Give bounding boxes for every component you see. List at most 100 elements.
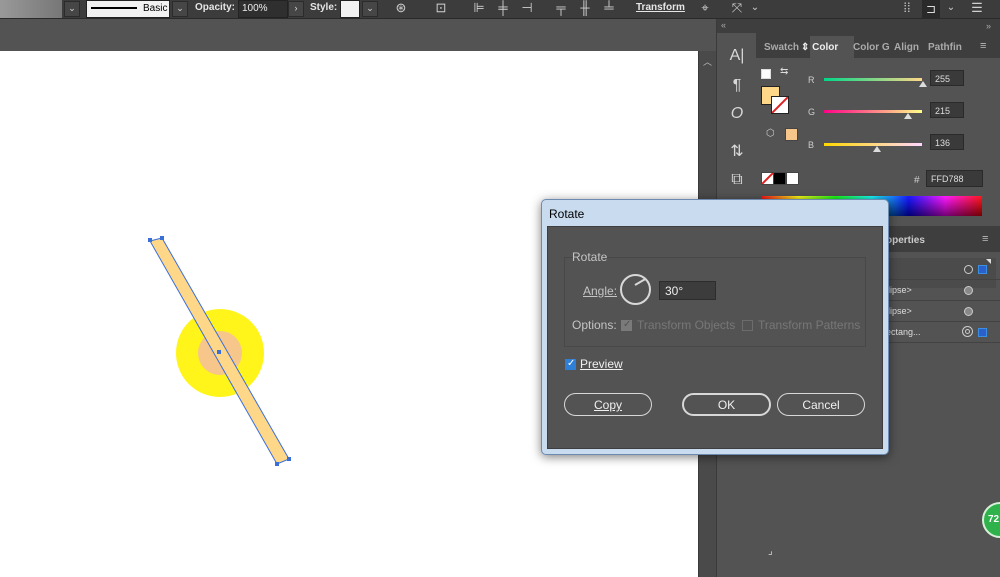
touch-type-icon[interactable]: ⇅ xyxy=(725,141,749,163)
transform-objects-checkbox[interactable]: ✓ xyxy=(621,319,632,331)
opacity-value: 100% xyxy=(242,3,268,14)
align-right-icon[interactable]: ⊣ xyxy=(518,0,536,16)
transform-patterns-checkbox[interactable] xyxy=(742,320,753,331)
b-slider-thumb[interactable] xyxy=(873,146,881,152)
r-slider-track[interactable] xyxy=(824,78,922,81)
default-colors-icon[interactable] xyxy=(761,69,771,79)
menu-list-icon[interactable]: ☰ xyxy=(968,0,986,16)
g-slider-thumb[interactable] xyxy=(904,113,912,119)
angle-label: Angle: xyxy=(583,284,618,298)
target-circle-icon[interactable] xyxy=(964,265,973,274)
expand-icon[interactable]: » xyxy=(986,21,991,31)
ok-button[interactable]: OK xyxy=(682,393,771,416)
arrange-dropdown-icon[interactable]: ⌄ xyxy=(746,0,764,16)
align-to-icon[interactable]: ⊡ xyxy=(432,0,450,16)
align-left-icon[interactable]: ⊫ xyxy=(470,0,488,16)
align-bottom-icon[interactable]: ╧ xyxy=(600,0,618,16)
workspace-grid-icon[interactable]: ⁞⁞ xyxy=(898,0,916,16)
tab-color-guide[interactable]: Color G xyxy=(853,42,890,53)
tab-pathfinder[interactable]: Pathfin xyxy=(928,42,962,53)
cancel-button[interactable]: Cancel xyxy=(777,393,865,416)
r-slider-thumb[interactable] xyxy=(919,81,927,87)
layers-footer-icon[interactable]: ⌟ xyxy=(768,546,773,557)
preview-checkbox[interactable]: ✓ xyxy=(565,358,576,370)
stroke-style-box[interactable]: Basic xyxy=(86,0,170,18)
opacity-input[interactable]: 100% xyxy=(238,0,288,18)
layers-menu-icon[interactable]: ≡ xyxy=(982,233,988,245)
tools-header: « xyxy=(717,19,757,33)
transform-link[interactable]: Transform xyxy=(636,2,685,13)
angle-dial-needle xyxy=(634,277,647,286)
r-value-input[interactable]: 255 xyxy=(930,70,964,86)
layer-row[interactable]: ectang... xyxy=(880,322,1000,343)
target-inner-circle-icon xyxy=(965,329,970,334)
style-dropdown-icon[interactable]: ⌄ xyxy=(362,1,378,17)
export-icon[interactable]: ⧉ xyxy=(725,169,749,191)
layer-row[interactable]: llipse> xyxy=(880,301,1000,322)
opacity-chevron-icon[interactable]: › xyxy=(288,1,304,17)
preview-label[interactable]: Preview xyxy=(580,357,623,371)
opentype-icon[interactable]: O xyxy=(725,103,749,125)
tab-properties[interactable]: operties xyxy=(886,235,925,246)
anchor-handle[interactable] xyxy=(148,238,152,242)
recolor-icon[interactable]: ⊛ xyxy=(392,0,410,16)
opacity-label: Opacity: xyxy=(195,2,236,13)
stroke-style-label: Basic xyxy=(143,3,168,14)
arrange-icon[interactable]: ⤧ xyxy=(728,0,746,16)
transform-patterns-label: Transform Patterns xyxy=(758,318,861,332)
tab-color[interactable]: ⇕ Color xyxy=(801,42,838,53)
collapse-icon[interactable]: « xyxy=(721,20,726,30)
b-label: B xyxy=(808,140,815,150)
layer-row-label: llipse> xyxy=(886,285,912,295)
style-label: Style: xyxy=(310,2,338,13)
target-double-circle-icon[interactable] xyxy=(962,326,973,337)
align-middle-icon[interactable]: ╫ xyxy=(576,0,594,16)
document-tab-strip xyxy=(0,19,715,51)
g-label: G xyxy=(808,107,816,117)
selection-square-icon[interactable] xyxy=(978,265,987,274)
g-value-input[interactable]: 215 xyxy=(930,102,964,118)
isolate-icon[interactable]: ⌖ xyxy=(696,0,714,16)
graphic-style-swatch[interactable] xyxy=(340,0,360,18)
target-circle-icon[interactable] xyxy=(964,286,973,295)
layer-row-label: llipse> xyxy=(886,306,912,316)
paragraph-icon[interactable]: ¶ xyxy=(725,75,749,97)
anchor-handle[interactable] xyxy=(160,236,164,240)
check-icon: ✓ xyxy=(567,358,576,369)
black-swatch[interactable] xyxy=(773,172,786,185)
rotate-dialog-body: Rotate Angle: 30° Options: ✓ Transform O… xyxy=(547,226,883,449)
stroke-line-icon xyxy=(91,7,137,9)
copy-button[interactable]: Copy xyxy=(564,393,652,416)
panel-toggle-dropdown-icon[interactable]: ⌄ xyxy=(942,0,960,16)
fill-swatch-area[interactable] xyxy=(0,0,62,18)
rotate-group-box xyxy=(564,257,866,347)
align-top-icon[interactable]: ╤ xyxy=(552,0,570,16)
target-circle-icon[interactable] xyxy=(964,307,973,316)
anchor-handle[interactable] xyxy=(275,462,279,466)
character-icon[interactable]: A| xyxy=(725,45,749,67)
tab-swatches[interactable]: Swatch xyxy=(764,42,799,53)
angle-dial-icon[interactable] xyxy=(620,274,651,305)
out-of-gamut-cube-icon[interactable]: ⬡ xyxy=(766,128,775,139)
hex-input[interactable]: FFD788 xyxy=(926,170,983,187)
anchor-handle[interactable] xyxy=(287,457,291,461)
tab-align[interactable]: Align xyxy=(894,42,919,53)
white-swatch[interactable] xyxy=(786,172,799,185)
selection-square-icon[interactable] xyxy=(978,328,987,337)
b-value-input[interactable]: 136 xyxy=(930,134,964,150)
scroll-up-icon[interactable]: ︿ xyxy=(703,55,712,68)
rotate-section-label: Rotate xyxy=(572,250,608,264)
align-center-icon[interactable]: ╪ xyxy=(494,0,512,16)
angle-input[interactable]: 30° xyxy=(659,281,716,300)
layer-row[interactable]: llipse> xyxy=(880,280,1000,301)
layer-row[interactable] xyxy=(880,259,1000,280)
stroke-color-box[interactable] xyxy=(771,96,789,114)
panel-menu-icon[interactable]: ≡ xyxy=(980,40,986,52)
swap-colors-icon[interactable]: ⇆ xyxy=(780,66,788,77)
in-gamut-swatch[interactable] xyxy=(785,128,798,141)
center-point-handle[interactable] xyxy=(217,350,221,354)
stroke-weight-dropdown-icon[interactable]: ⌄ xyxy=(64,1,80,17)
control-bar: ⌄ Basic ⌄ Opacity: 100% › Style: ⌄ ⊛ ⊡ ⊫… xyxy=(0,0,1000,19)
stroke-style-dropdown-icon[interactable]: ⌄ xyxy=(172,1,188,17)
panel-toggle-icon[interactable]: ⊐ xyxy=(922,0,940,18)
